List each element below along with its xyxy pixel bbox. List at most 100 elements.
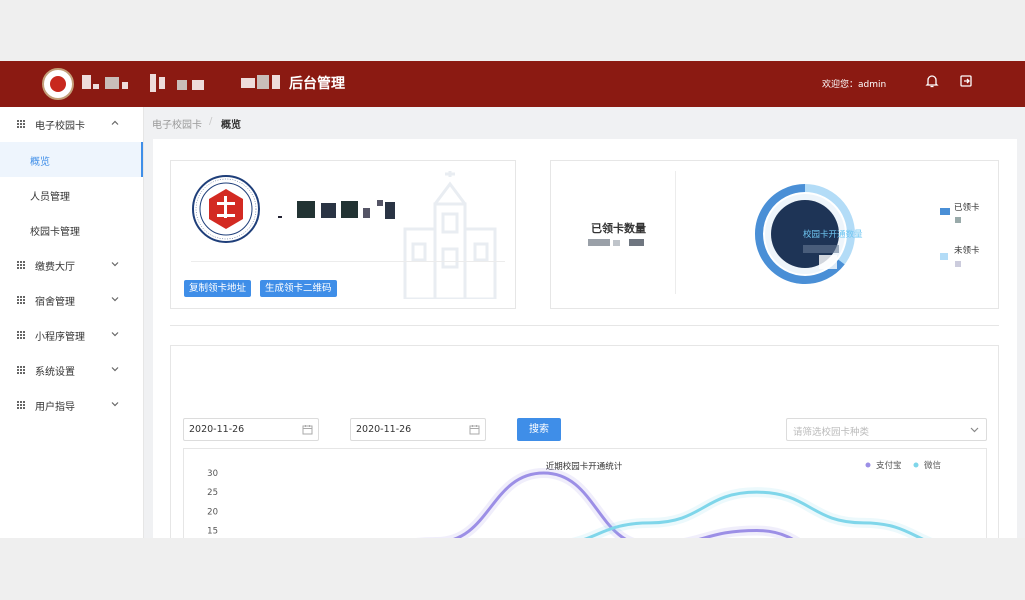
y-tick-label: 20 — [207, 507, 218, 517]
series-glow-0 — [415, 467, 801, 538]
obscured-value — [819, 255, 837, 269]
grid-icon — [17, 261, 25, 269]
obscured-value — [955, 217, 961, 223]
top-bar: 后台管理 欢迎您：admin — [0, 61, 1025, 107]
sidebar-item-label: 校园卡管理 — [30, 227, 80, 238]
bell-icon[interactable] — [924, 73, 940, 89]
obscured-name-block — [272, 75, 280, 89]
obscured-name-block — [93, 84, 99, 89]
legend-label-unclaimed: 未领卡 — [954, 246, 980, 256]
welcome-text: 欢迎您：admin — [822, 80, 887, 90]
legend-marker-1 — [913, 462, 919, 468]
obscured-text-block — [385, 202, 395, 219]
obscured-text-block — [321, 203, 336, 218]
start-date-value: 2020-11-26 — [189, 424, 245, 435]
building-watermark — [403, 171, 497, 299]
chevron-down-icon — [111, 402, 119, 407]
chevron-down-icon — [111, 262, 119, 267]
calendar-icon — [302, 425, 313, 435]
grid-icon — [17, 296, 25, 304]
obscured-text-block — [341, 201, 358, 218]
sidebar: 电子校园卡 概览 人员管理 校园卡管理 缴费大厅 宿舍管理 小程序管理 系统设置 — [0, 107, 144, 538]
calendar-icon — [469, 425, 480, 435]
legend-swatch-unclaimed — [940, 253, 948, 260]
obscured-text-block — [297, 201, 315, 218]
legend-marker-0 — [865, 462, 871, 468]
obscured-text-block — [377, 200, 383, 206]
breadcrumb: 电子校园卡 / 概览 — [143, 107, 1025, 139]
obscured-name-block — [122, 82, 128, 89]
obscured-name-block — [257, 75, 269, 89]
app-title: 后台管理 — [289, 76, 345, 92]
sidebar-group-label: 系统设置 — [35, 367, 75, 378]
claimed-count-label: 已领卡数量 — [591, 222, 646, 235]
card-type-select[interactable]: 请筛选校园卡种类 — [786, 418, 987, 441]
obscured-value — [588, 239, 610, 246]
sidebar-group-user-guide[interactable]: 用户指导 — [0, 388, 143, 422]
card-stats-card: 已领卡数量 校园卡开通数量 已领卡 未领卡 — [550, 160, 999, 309]
obscured-value — [613, 240, 620, 246]
breadcrumb-separator: / — [209, 116, 213, 127]
sidebar-group-dormitory[interactable]: 宿舍管理 — [0, 283, 143, 317]
chart-legend: 支付宝 微信 — [865, 460, 942, 471]
main-content: 复制领卡地址 生成领卡二维码 已领卡数量 校园卡开通数量 已领卡 未领卡 202… — [153, 139, 1017, 538]
app-window: 后台管理 欢迎您：admin 电子校园卡 概览 人员管理 校园卡管理 缴费大厅 … — [0, 61, 1025, 538]
legend-label-1[interactable]: 微信 — [924, 460, 942, 471]
end-date-input[interactable]: 2020-11-26 — [350, 418, 486, 441]
sidebar-group-campus-card[interactable]: 电子校园卡 — [0, 107, 143, 141]
obscured-name-block — [192, 80, 204, 90]
obscured-name-block — [150, 74, 156, 92]
copy-card-url-button[interactable]: 复制领卡地址 — [184, 280, 252, 297]
grid-icon — [17, 366, 25, 374]
y-tick-label: 15 — [207, 527, 218, 537]
section-divider — [170, 325, 999, 326]
obscured-name-block — [241, 78, 255, 88]
sidebar-group-label: 电子校园卡 — [35, 121, 85, 132]
chart-container: 近期校园卡开通统计 支付宝微信 051015202530 — [183, 448, 987, 538]
school-info-card: 复制领卡地址 生成领卡二维码 — [170, 160, 516, 309]
chevron-down-icon — [111, 297, 119, 302]
breadcrumb-parent[interactable]: 电子校园卡 — [152, 116, 202, 131]
sidebar-group-label: 宿舍管理 — [35, 297, 75, 308]
line-chart: 近期校园卡开通统计 支付宝微信 051015202530 — [207, 460, 942, 538]
divider — [191, 261, 505, 262]
sidebar-item-card-management[interactable]: 校园卡管理 — [0, 212, 143, 247]
sidebar-item-overview[interactable]: 概览 — [0, 142, 143, 177]
breadcrumb-current: 概览 — [221, 120, 241, 131]
y-tick-label: 25 — [207, 488, 218, 498]
divider — [675, 171, 676, 294]
y-tick-label: 30 — [207, 469, 218, 479]
logout-icon[interactable] — [958, 73, 974, 89]
chevron-down-icon — [111, 367, 119, 372]
obscured-text-block — [363, 208, 370, 218]
chevron-down-icon — [970, 427, 979, 433]
sidebar-group-miniprogram[interactable]: 小程序管理 — [0, 318, 143, 352]
chart-series — [415, 467, 933, 538]
generate-qr-button[interactable]: 生成领卡二维码 — [260, 280, 337, 297]
legend-label-0[interactable]: 支付宝 — [876, 460, 902, 471]
end-date-value: 2020-11-26 — [356, 424, 412, 435]
sidebar-group-payment[interactable]: 缴费大厅 — [0, 248, 143, 282]
start-date-input[interactable]: 2020-11-26 — [183, 418, 319, 441]
obscured-text-block — [278, 216, 282, 218]
obscured-name-block — [82, 75, 91, 89]
chevron-down-icon — [111, 332, 119, 337]
obscured-value — [629, 239, 644, 246]
grid-icon — [17, 120, 25, 128]
donut-center-label: 校园卡开通数量 — [803, 230, 863, 240]
chevron-up-icon — [111, 120, 119, 125]
grid-icon — [17, 401, 25, 409]
university-logo — [42, 68, 74, 100]
sidebar-group-label: 用户指导 — [35, 402, 75, 413]
school-seal-logo — [192, 175, 260, 243]
grid-icon — [17, 331, 25, 339]
sidebar-group-settings[interactable]: 系统设置 — [0, 353, 143, 387]
obscured-value — [955, 261, 961, 267]
sidebar-item-label: 概览 — [30, 157, 50, 168]
sidebar-item-personnel[interactable]: 人员管理 — [0, 177, 143, 212]
search-button[interactable]: 搜索 — [517, 418, 561, 441]
legend-swatch-claimed — [940, 208, 950, 215]
sidebar-item-label: 人员管理 — [30, 192, 70, 203]
sidebar-group-label: 缴费大厅 — [35, 262, 75, 273]
obscured-value — [803, 245, 839, 253]
